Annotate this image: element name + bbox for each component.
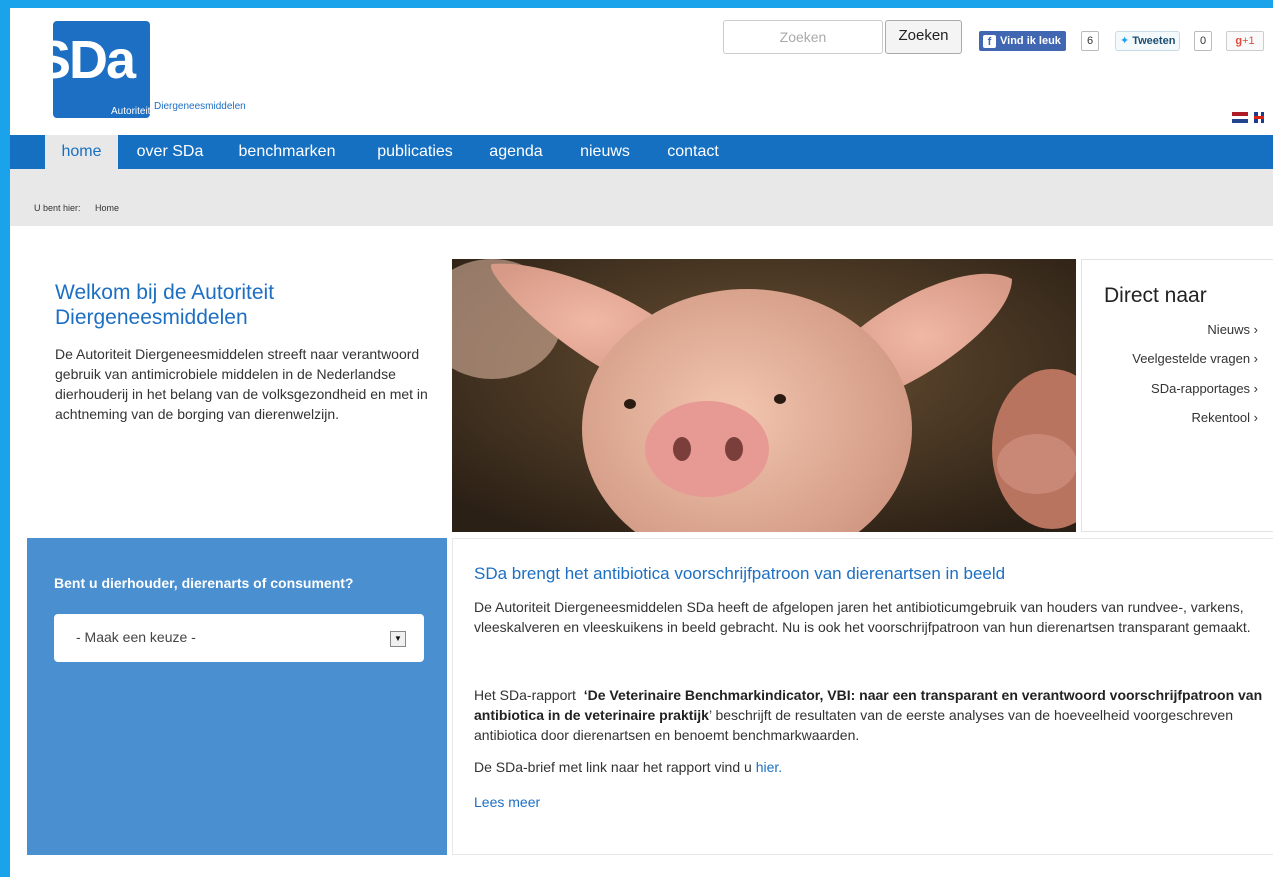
audience-question: Bent u dierhouder, dierenarts of consume… (54, 575, 354, 591)
chevron-down-icon[interactable]: ▼ (390, 631, 406, 647)
page: SDa Autoriteit Diergeneesmiddelen Zoeken… (10, 8, 1273, 877)
direct-link-nieuws[interactable]: Nieuws › (1207, 322, 1258, 337)
direct-link-faq[interactable]: Veelgestelde vragen › (1132, 351, 1258, 366)
nav-agenda[interactable]: agenda (481, 135, 551, 169)
flag-uk-icon[interactable] (1254, 112, 1264, 123)
breadcrumb-prefix: U bent hier: (34, 203, 81, 213)
facebook-like-count: 6 (1081, 31, 1100, 51)
logo-abbrev: SDa (35, 30, 136, 90)
tweet-label: Tweeten (1132, 35, 1176, 47)
tweet-count: 0 (1194, 31, 1213, 51)
article-paragraph-3: De SDa-brief met link naar het rapport v… (474, 757, 1273, 777)
audience-select[interactable]: - Maak een keuze - ▼ (54, 614, 424, 662)
direct-naar-title: Direct naar (1104, 284, 1207, 307)
nav-over-sda[interactable]: over SDa (132, 135, 208, 169)
pig-illustration (452, 259, 1076, 532)
welcome-title: Welkom bij de Autoriteit Diergeneesmidde… (55, 281, 275, 329)
article-paragraph-1: De Autoriteit Diergeneesmiddelen SDa hee… (474, 599, 1251, 635)
news-article: SDa brengt het antibiotica voorschrijfpa… (452, 538, 1273, 855)
facebook-like-label: Vind ik leuk (1000, 35, 1061, 47)
logo-word-diergeneesmiddelen: Diergeneesmiddelen (154, 101, 246, 112)
article-p2-before: Het SDa-rapport (474, 687, 576, 703)
article-hier-link[interactable]: hier. (756, 759, 782, 775)
tweet-button[interactable]: ✦ Tweeten (1115, 31, 1181, 51)
nav-nieuws[interactable]: nieuws (570, 135, 640, 169)
flag-nl-icon[interactable] (1232, 112, 1248, 124)
welcome-text: De Autoriteit Diergeneesmiddelen streeft… (55, 346, 428, 422)
pig-photo (452, 259, 1076, 532)
google-plus-button[interactable]: g+1 (1226, 31, 1264, 51)
twitter-icon: ✦ (1120, 35, 1130, 47)
breadcrumb: U bent hier: Home (10, 169, 1273, 226)
article-title[interactable]: SDa brengt het antibiotica voorschrijfpa… (474, 564, 1005, 584)
facebook-icon: f (983, 34, 996, 48)
article-paragraph-2: Het SDa-rapport ‘De Veterinaire Benchmar… (474, 685, 1273, 745)
audience-select-value: - Maak een keuze - (76, 629, 196, 645)
direct-link-rapportages[interactable]: SDa-rapportages › (1151, 381, 1258, 396)
audience-chooser: Bent u dierhouder, dierenarts of consume… (27, 538, 447, 855)
nav-benchmarken[interactable]: benchmarken (227, 135, 347, 169)
direct-naar-panel: Direct naar Nieuws › Veelgestelde vragen… (1081, 259, 1273, 532)
direct-link-rekentool[interactable]: Rekentool › (1192, 410, 1258, 425)
read-more-link[interactable]: Lees meer (474, 792, 1273, 812)
nav-contact[interactable]: contact (657, 135, 729, 169)
google-plus-label: +1 (1242, 35, 1255, 47)
main-nav: home over SDa benchmarken publicaties ag… (10, 135, 1273, 169)
nav-publicaties[interactable]: publicaties (365, 135, 465, 169)
logo-word-autoriteit: Autoriteit (111, 106, 151, 117)
nav-home[interactable]: home (45, 135, 118, 169)
search-button[interactable]: Zoeken (885, 20, 962, 54)
search-input[interactable] (723, 20, 883, 54)
site-logo[interactable]: SDa Autoriteit (35, 21, 151, 118)
article-p3-before: De SDa-brief met link naar het rapport v… (474, 759, 752, 775)
facebook-like-button[interactable]: f Vind ik leuk (979, 31, 1066, 51)
breadcrumb-home-link[interactable]: Home (95, 203, 119, 213)
